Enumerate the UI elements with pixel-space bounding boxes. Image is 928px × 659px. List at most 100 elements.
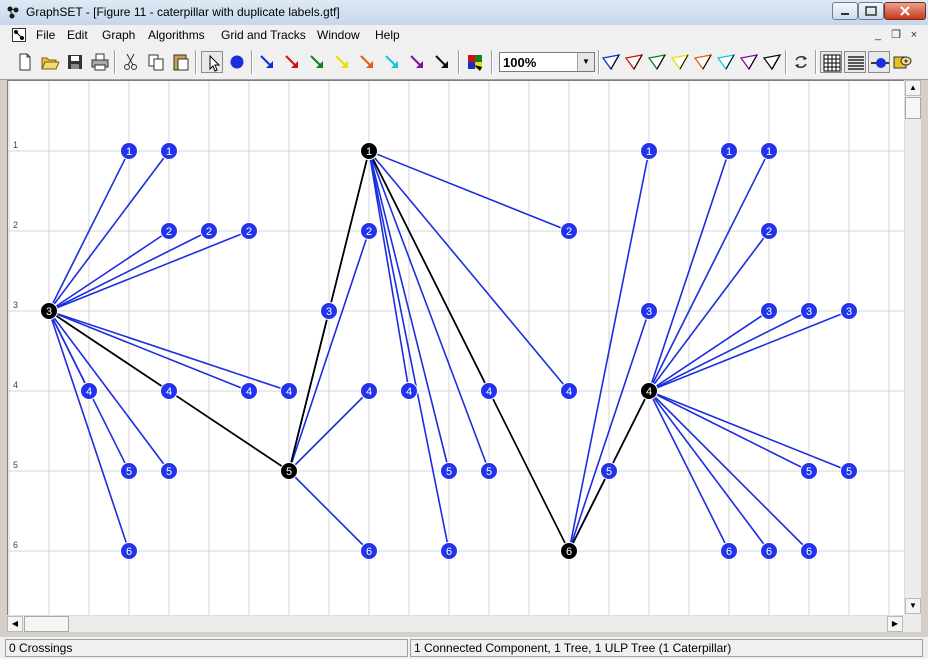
leaf-vertex-label: 4: [486, 386, 492, 398]
edge-arrow-button-5[interactable]: [356, 51, 378, 73]
menu-window[interactable]: Window: [317, 28, 360, 42]
track-layout-button-8[interactable]: [761, 51, 783, 73]
leaf-vertex-label: 2: [366, 226, 372, 238]
cut-icon: [124, 53, 137, 70]
track-layout-button-4[interactable]: [669, 51, 691, 73]
menu-file[interactable]: File: [36, 28, 55, 42]
leaf-vertex-label: 3: [806, 306, 812, 318]
color-fill-button[interactable]: [464, 51, 486, 73]
save-button[interactable]: [64, 51, 86, 73]
edge-arrow-button-6[interactable]: [381, 51, 403, 73]
leaf-edge[interactable]: [368, 150, 410, 392]
leaf-vertex-label: 1: [766, 146, 772, 158]
leaf-vertex-label: 1: [126, 146, 132, 158]
triangle-track-icon: [762, 54, 782, 71]
menu-bar: File Edit Graph Algorithms Grid and Trac…: [0, 25, 928, 46]
mdi-restore-button[interactable]: ❐: [888, 28, 904, 42]
maximize-button[interactable]: [858, 2, 884, 20]
leaf-vertex-label: 3: [766, 306, 772, 318]
vertical-scrollbar[interactable]: ▲ ▼: [904, 80, 921, 615]
spine-vertex-label: 5: [286, 466, 292, 478]
status-bar: 0 Crossings 1 Connected Component, 1 Tre…: [0, 637, 928, 659]
mdi-minimize-button[interactable]: _: [870, 28, 886, 42]
toolbar-separator: [491, 50, 493, 74]
horizontal-scroll-thumb[interactable]: [24, 616, 69, 632]
new-icon: [19, 53, 31, 71]
edge-arrow-button-8[interactable]: [431, 51, 453, 73]
leaf-vertex-label: 1: [726, 146, 732, 158]
toolbar-separator: [458, 50, 460, 74]
scroll-up-button[interactable]: ▲: [905, 80, 921, 96]
leaf-edge[interactable]: [648, 150, 770, 392]
arrow-down-right-icon: [260, 55, 273, 68]
new-button[interactable]: [14, 51, 36, 73]
track-layout-button-7[interactable]: [738, 51, 760, 73]
close-button[interactable]: [884, 2, 926, 20]
scroll-right-button[interactable]: ▶: [887, 616, 903, 632]
color-palette-button[interactable]: [891, 51, 913, 73]
leaf-vertex-label: 4: [406, 386, 412, 398]
menu-edit[interactable]: Edit: [67, 28, 88, 42]
leaf-vertex-label: 6: [806, 546, 812, 558]
paste-button[interactable]: [170, 51, 192, 73]
zoom-select[interactable]: 100% ▼: [499, 52, 595, 72]
triangle-track-icon: [624, 54, 644, 71]
leaf-vertex-label: 5: [806, 466, 812, 478]
horizontal-scrollbar[interactable]: ◀ ▶: [7, 615, 904, 632]
edge-arrow-button-2[interactable]: [281, 51, 303, 73]
track-layout-button-5[interactable]: [692, 51, 714, 73]
scroll-down-button[interactable]: ▼: [905, 598, 921, 614]
chevron-down-icon[interactable]: ▼: [577, 53, 594, 71]
toolbar-separator: [785, 50, 787, 74]
track-label: 4: [13, 380, 18, 390]
graph-canvas[interactable]: 1 2 3 4 5 6 1 1 2 2 2 4 4 4 4 5 5 6 1 2 3 4 6 2 4 4 4 5 5 6 1 3 4 5 1 1 2 3 3 3…: [7, 80, 904, 615]
vertex-style-button[interactable]: [868, 51, 890, 73]
triangle-track-icon: [670, 54, 690, 71]
spine-edge[interactable]: [368, 150, 570, 552]
menu-help[interactable]: Help: [375, 28, 400, 42]
vertex-style-icon: [871, 58, 889, 68]
edge-arrow-button-7[interactable]: [406, 51, 428, 73]
copy-button[interactable]: [145, 51, 167, 73]
minimize-button[interactable]: [832, 2, 858, 20]
spine-vertex-label: 1: [366, 146, 372, 158]
color-fill-icon: [468, 55, 482, 71]
edge-arrow-button-4[interactable]: [331, 51, 353, 73]
leaf-edge[interactable]: [368, 150, 570, 232]
track-layout-button-3[interactable]: [646, 51, 668, 73]
minimize-icon: [841, 13, 849, 15]
leaf-vertex-label: 5: [166, 466, 172, 478]
edge-arrow-button-1[interactable]: [256, 51, 278, 73]
maximize-icon: [865, 6, 877, 16]
copy-icon: [148, 54, 164, 71]
scrollbar-corner: [904, 615, 921, 632]
graph-drawing[interactable]: 1 2 3 4 5 6 1 1 2 2 2 4 4 4 4 5 5 6 1 2 3 4 6 2 4 4 4 5 5 6 1 3 4 5 1 1 2 3 3 3…: [8, 81, 904, 615]
leaf-vertex-label: 2: [566, 226, 572, 238]
menu-graph[interactable]: Graph: [102, 28, 135, 42]
color-palette-icon: [893, 56, 912, 69]
open-button[interactable]: [39, 51, 61, 73]
menu-grid-and-tracks[interactable]: Grid and Tracks: [221, 28, 306, 42]
print-button[interactable]: [89, 51, 111, 73]
edge-arrow-button-3[interactable]: [306, 51, 328, 73]
select-pointer-icon: [209, 54, 221, 72]
cut-button[interactable]: [120, 51, 142, 73]
grid-toggle-button[interactable]: [820, 51, 842, 73]
select-pointer-button[interactable]: [201, 51, 223, 73]
leaf-vertex-label: 3: [846, 306, 852, 318]
track-layout-button-6[interactable]: [715, 51, 737, 73]
track-layout-button-2[interactable]: [623, 51, 645, 73]
triangle-track-icon: [716, 54, 736, 71]
tracks-toggle-button[interactable]: [844, 51, 866, 73]
add-vertex-icon: [230, 55, 244, 69]
menu-algorithms[interactable]: Algorithms: [148, 28, 205, 42]
track-layout-button-1[interactable]: [600, 51, 622, 73]
refresh-button[interactable]: [790, 51, 812, 73]
leaf-vertex-label: 6: [366, 546, 372, 558]
mdi-close-button[interactable]: ×: [906, 28, 922, 42]
document-icon[interactable]: [12, 28, 26, 42]
scroll-left-button[interactable]: ◀: [7, 616, 23, 632]
vertical-scroll-thumb[interactable]: [905, 97, 921, 119]
add-vertex-button[interactable]: [226, 51, 248, 73]
leaf-vertex-label: 5: [126, 466, 132, 478]
